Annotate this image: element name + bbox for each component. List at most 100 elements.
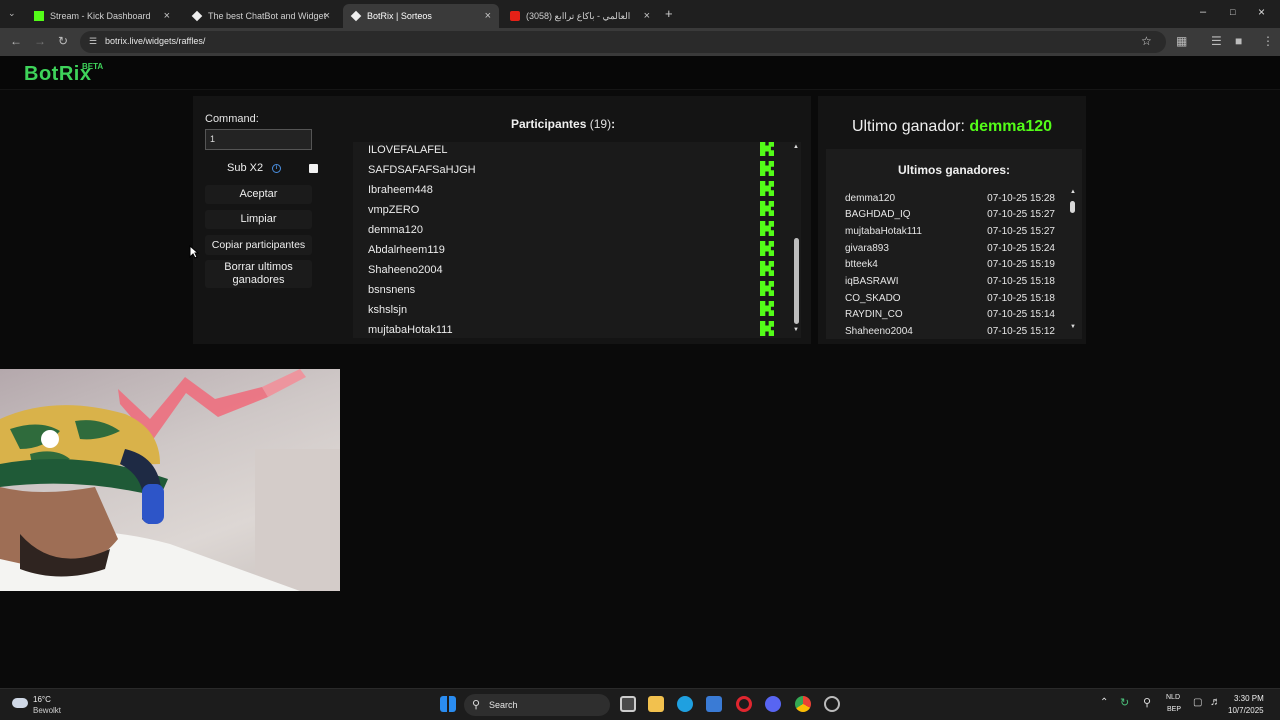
winner-date: 07-10-25 15:27: [987, 209, 1055, 220]
chevron-up-icon[interactable]: ⌃: [1100, 697, 1108, 708]
youtube-icon: [510, 11, 520, 21]
scroll-up-icon[interactable]: ▲: [1070, 189, 1076, 195]
winners-list[interactable]: Ultimos ganadores: demma120 07-10-25 15:2…: [826, 149, 1082, 339]
kick-icon: [760, 301, 774, 316]
participant-row: bsnsnens: [368, 281, 780, 301]
clock-time[interactable]: 3:30 PM: [1234, 694, 1264, 703]
participant-name: ILOVEFALAFEL: [368, 144, 448, 156]
extensions-icon[interactable]: ▦: [1176, 34, 1187, 48]
accept-button[interactable]: Aceptar: [205, 185, 312, 204]
url-field[interactable]: ☰ botrix.live/widgets/raffles/ ☆: [80, 31, 1166, 53]
close-icon[interactable]: ×: [485, 10, 491, 22]
menu-icon[interactable]: ⋮: [1262, 34, 1274, 48]
volume-icon[interactable]: ♬: [1210, 696, 1221, 708]
scroll-down-icon[interactable]: ▼: [793, 327, 799, 333]
cloud-icon[interactable]: [12, 698, 28, 708]
clear-button[interactable]: Limpiar: [205, 210, 312, 229]
winner-date: 07-10-25 15:12: [987, 326, 1055, 337]
winners-panel: Ultimo ganador: demma120 Ultimos ganador…: [818, 96, 1086, 344]
winner-row: givara893 07-10-25 15:24: [845, 243, 1055, 259]
copy-participants-button[interactable]: Copiar participantes: [205, 235, 312, 255]
scroll-up-icon[interactable]: ▲: [793, 144, 799, 150]
taskbar-search[interactable]: ⚲ Search: [464, 694, 610, 716]
winner-row: btteek4 07-10-25 15:19: [845, 259, 1055, 275]
windows-start-icon[interactable]: [440, 696, 456, 712]
kick-icon: [760, 281, 774, 296]
media-icon[interactable]: ☰: [1211, 34, 1222, 48]
winner-row: Shaheeno2004 07-10-25 15:12: [845, 326, 1055, 339]
winner-name: mujtabaHotak111: [845, 226, 922, 237]
participant-name: vmpZERO: [368, 204, 420, 216]
winner-row: RAYDIN_CO 07-10-25 15:14: [845, 309, 1055, 325]
close-icon[interactable]: ×: [644, 10, 650, 22]
close-window-icon[interactable]: ×: [1258, 5, 1265, 19]
winner-date: 07-10-25 15:14: [987, 309, 1055, 320]
file-explorer-icon[interactable]: [648, 696, 664, 712]
scrollbar-thumb[interactable]: [1070, 201, 1075, 213]
winner-date: 07-10-25 15:18: [987, 276, 1055, 287]
task-view-icon[interactable]: [620, 696, 636, 712]
sub-x2-checkbox[interactable]: [309, 164, 318, 173]
winner-name: btteek4: [845, 259, 878, 270]
tab-kick-dashboard[interactable]: Stream - Kick Dashboard ×: [26, 4, 178, 28]
opera-icon[interactable]: [736, 696, 752, 712]
restore-icon[interactable]: □: [1230, 7, 1235, 17]
participant-name: Ibraheem448: [368, 184, 433, 196]
participant-row: vmpZERO: [368, 201, 780, 221]
site-info-icon[interactable]: ☰: [89, 36, 97, 47]
info-icon[interactable]: i: [272, 164, 281, 173]
participant-row: SAFDSAFAFSaHJGH: [368, 161, 780, 181]
participant-name: SAFDSAFAFSaHJGH: [368, 164, 476, 176]
tab-search-icon[interactable]: ⌄: [8, 8, 16, 19]
kick-icon: [34, 11, 44, 21]
network-icon[interactable]: ▢: [1193, 697, 1202, 708]
browser-address-bar: ← → ↻ ☰ botrix.live/widgets/raffles/ ☆ ▦…: [0, 28, 1280, 56]
botrix-icon: [191, 10, 203, 22]
bookmark-star-icon[interactable]: ☆: [1141, 34, 1152, 48]
sync-icon[interactable]: ↻: [1120, 696, 1129, 709]
clock-date[interactable]: 10/7/2025: [1228, 706, 1264, 715]
winner-name: demma120: [845, 193, 896, 204]
winner-date: 07-10-25 15:18: [987, 293, 1055, 304]
scrollbar-thumb[interactable]: [794, 238, 799, 324]
command-input[interactable]: 1: [205, 129, 312, 150]
reload-icon[interactable]: ↻: [58, 34, 68, 48]
language-line2[interactable]: BEP: [1167, 706, 1181, 713]
command-label: Command:: [205, 113, 259, 125]
winner-name: Shaheeno2004: [845, 326, 913, 337]
participant-name: demma120: [368, 224, 424, 236]
participant-name: kshslsjn: [368, 304, 408, 316]
participant-row: ILOVEFALAFEL: [368, 142, 780, 161]
participant-row: demma120: [368, 221, 780, 241]
weather-temperature[interactable]: 16°C: [33, 695, 51, 704]
scroll-down-icon[interactable]: ▼: [1070, 324, 1076, 330]
store-icon[interactable]: [706, 696, 722, 712]
botrix-icon: [350, 10, 362, 22]
weather-description[interactable]: Bewolkt: [33, 706, 61, 715]
participant-row: mujtabaHotak111: [368, 321, 780, 338]
microphone-icon[interactable]: ⚲: [1143, 696, 1151, 709]
winner-name: RAYDIN_CO: [845, 309, 903, 320]
tab-botrix-chatbot[interactable]: The best ChatBot and Widgets ×: [184, 4, 338, 28]
tab-youtube[interactable]: (3058) العالمي - باكاع تراابع ×: [502, 4, 658, 28]
winner-row: BAGHDAD_IQ 07-10-25 15:27: [845, 209, 1055, 225]
language-line1[interactable]: NLD: [1166, 694, 1180, 701]
last-winner-label: Ultimo ganador:: [851, 118, 965, 135]
discord-icon[interactable]: [765, 696, 781, 712]
delete-winners-button[interactable]: Borrar ultimos ganadores: [205, 260, 312, 288]
kick-icon: [760, 261, 774, 276]
app-icon[interactable]: [824, 696, 840, 712]
edge-icon[interactable]: [677, 696, 693, 712]
winner-name: CO_SKADO: [845, 293, 901, 304]
participant-row: Abdalrheem119: [368, 241, 780, 261]
new-tab-icon[interactable]: +: [665, 6, 673, 21]
chrome-icon[interactable]: [795, 696, 811, 712]
tab-botrix-sorteos[interactable]: BotRix | Sorteos ×: [343, 4, 499, 28]
forward-icon[interactable]: →: [34, 34, 46, 48]
minimize-icon[interactable]: –: [1200, 6, 1206, 18]
back-icon[interactable]: ←: [10, 34, 22, 48]
profile-icon[interactable]: ■: [1235, 34, 1242, 48]
participants-list[interactable]: ILOVEFALAFEL SAFDSAFAFSaHJGH Ibraheem448…: [353, 142, 801, 338]
close-icon[interactable]: ×: [164, 10, 170, 22]
close-icon[interactable]: ×: [324, 10, 330, 22]
